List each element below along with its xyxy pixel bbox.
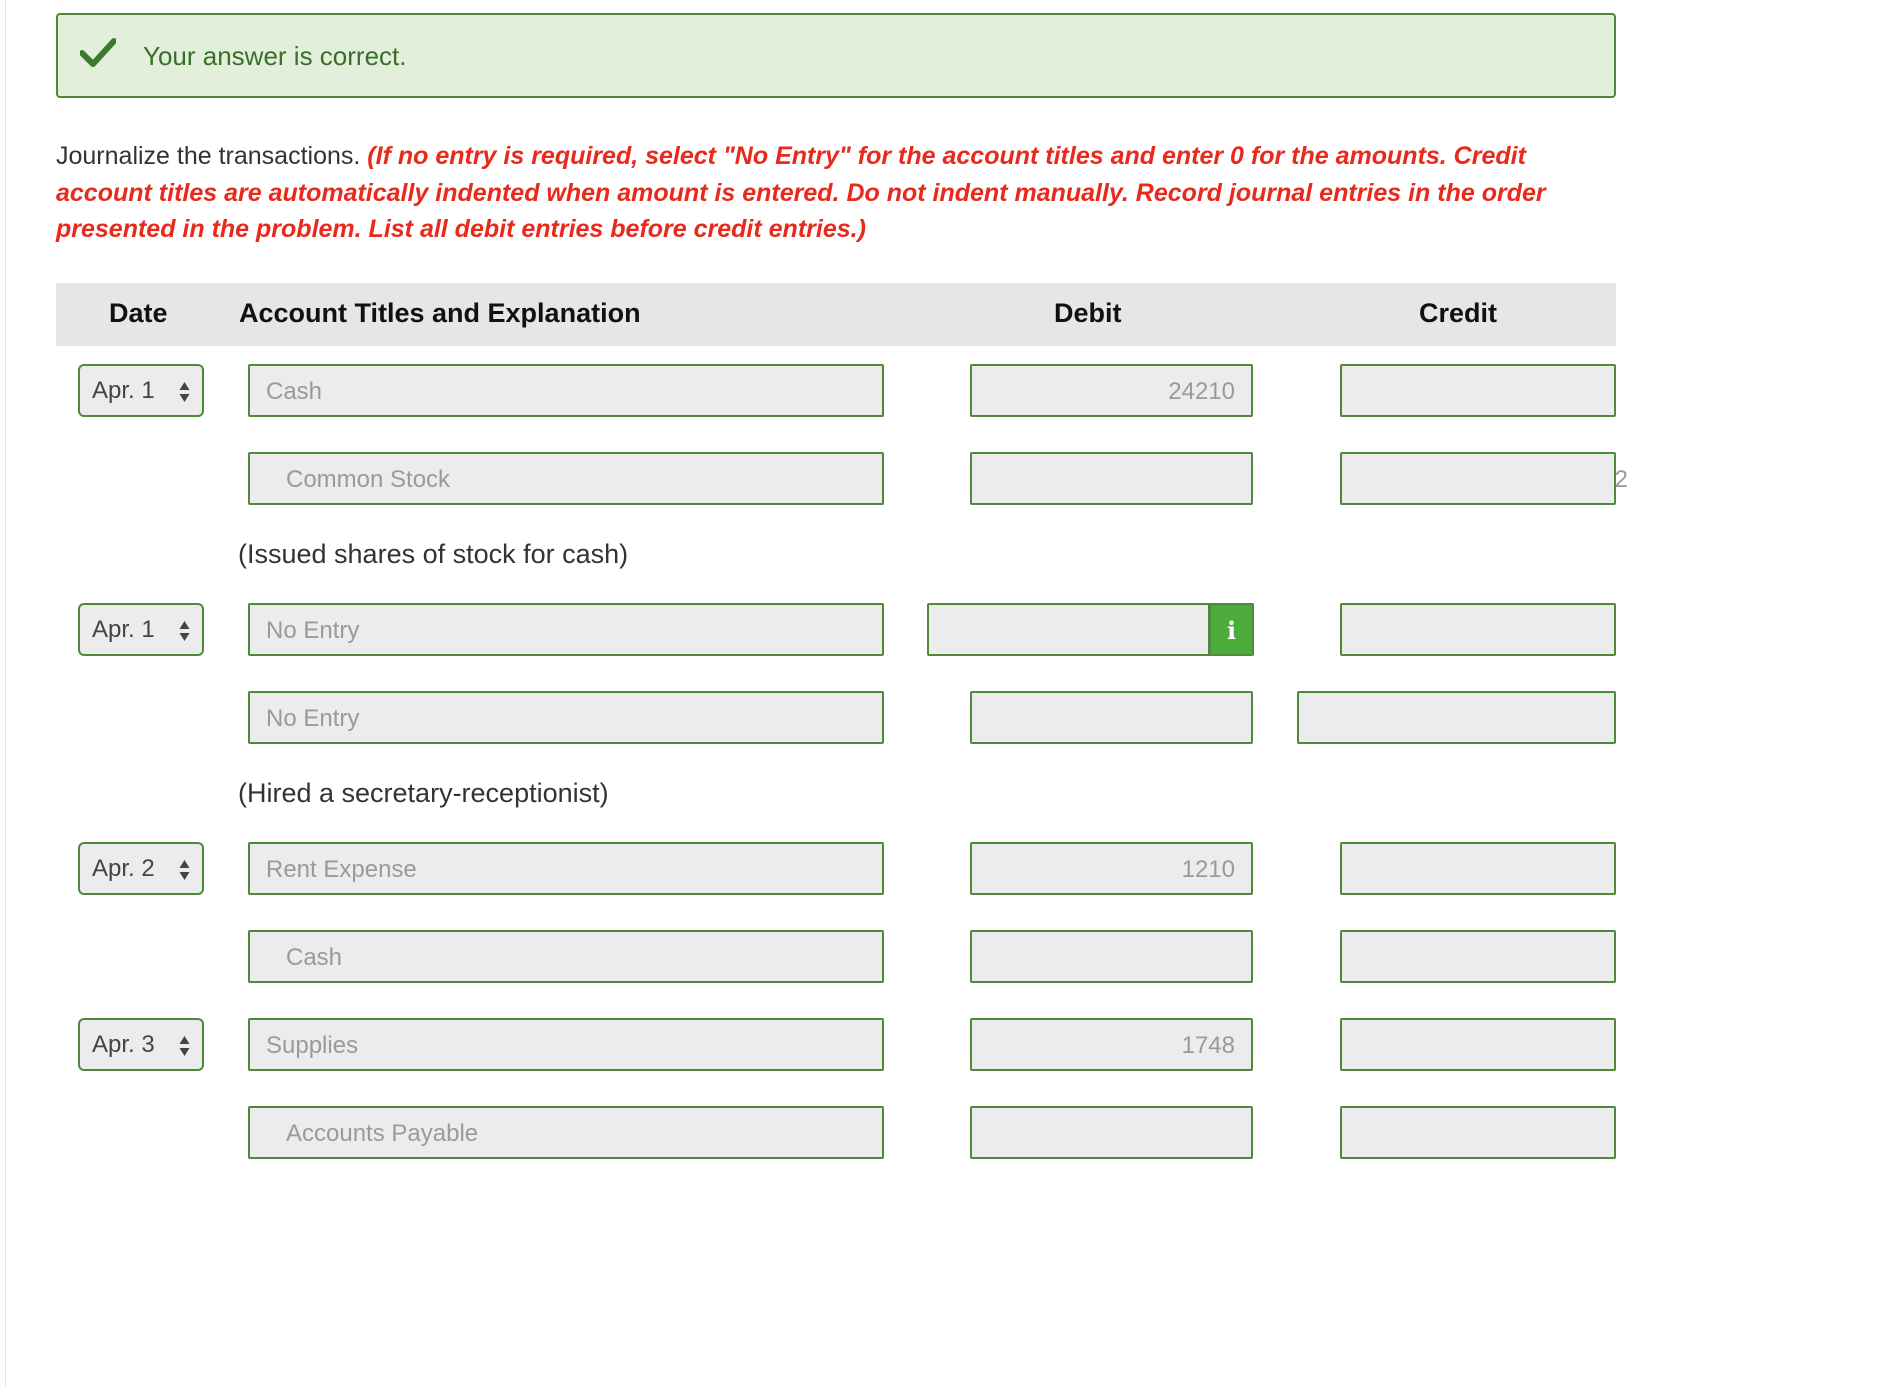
credit-field[interactable] bbox=[1340, 842, 1616, 895]
account-field[interactable]: Common Stock bbox=[248, 452, 884, 505]
instructions: Journalize the transactions. (If no entr… bbox=[56, 138, 1556, 248]
entry-explanation: (Issued shares of stock for cash) bbox=[238, 539, 629, 569]
date-select-entry-3[interactable]: Apr. 2 bbox=[78, 842, 204, 895]
info-button[interactable]: i bbox=[1209, 603, 1254, 656]
account-field[interactable]: Supplies bbox=[248, 1018, 884, 1071]
date-select-entry-2[interactable]: Apr. 1 bbox=[78, 603, 204, 656]
credit-field[interactable] bbox=[1340, 603, 1616, 656]
credit-field[interactable] bbox=[1340, 1018, 1616, 1071]
account-field[interactable]: Rent Expense bbox=[248, 842, 884, 895]
account-field[interactable]: Cash bbox=[248, 930, 884, 983]
header-account-titles: Account Titles and Explanation bbox=[239, 298, 641, 328]
credit-field[interactable] bbox=[1340, 1106, 1616, 1159]
check-icon bbox=[80, 38, 116, 67]
entry-explanation: (Hired a secretary-receptionist) bbox=[238, 778, 609, 808]
page: Your answer is correct. Journalize the t… bbox=[0, 0, 1892, 1386]
header-debit: Debit bbox=[1054, 298, 1122, 328]
date-select-value: Apr. 3 bbox=[92, 1031, 155, 1058]
date-select-value: Apr. 1 bbox=[92, 377, 155, 404]
account-field[interactable]: Cash bbox=[248, 364, 884, 417]
account-field[interactable]: No Entry bbox=[248, 691, 884, 744]
credit-field[interactable] bbox=[1340, 930, 1616, 983]
debit-field[interactable] bbox=[970, 452, 1253, 505]
header-credit: Credit bbox=[1419, 298, 1498, 328]
debit-field[interactable]: 24210 bbox=[970, 364, 1253, 417]
debit-field[interactable] bbox=[970, 1106, 1253, 1159]
date-select-value: Apr. 1 bbox=[92, 616, 155, 643]
date-select-entry-1[interactable]: Apr. 1 bbox=[78, 364, 204, 417]
account-field[interactable]: No Entry bbox=[248, 603, 884, 656]
left-divider bbox=[5, 0, 6, 1386]
date-select-entry-4[interactable]: Apr. 3 bbox=[78, 1018, 204, 1071]
credit-field[interactable]: 2 bbox=[1340, 452, 1628, 505]
debit-field[interactable]: 1210 bbox=[970, 842, 1253, 895]
sort-arrows-icon bbox=[179, 621, 190, 641]
debit-field[interactable] bbox=[927, 603, 1210, 656]
header-date: Date bbox=[109, 298, 168, 328]
info-icon: i bbox=[1226, 616, 1237, 645]
date-select-value: Apr. 2 bbox=[92, 855, 155, 882]
credit-field[interactable] bbox=[1340, 364, 1616, 417]
account-field[interactable]: Accounts Payable bbox=[248, 1106, 884, 1159]
debit-field[interactable] bbox=[970, 691, 1253, 744]
credit-field[interactable] bbox=[1297, 691, 1616, 744]
instructions-lead: Journalize the transactions. bbox=[56, 142, 361, 170]
sort-arrows-icon bbox=[179, 1036, 190, 1056]
sort-arrows-icon bbox=[179, 382, 190, 402]
sort-arrows-icon bbox=[179, 860, 190, 880]
debit-field[interactable] bbox=[970, 930, 1253, 983]
feedback-message: Your answer is correct. bbox=[143, 41, 407, 71]
debit-field[interactable]: 1748 bbox=[970, 1018, 1253, 1071]
